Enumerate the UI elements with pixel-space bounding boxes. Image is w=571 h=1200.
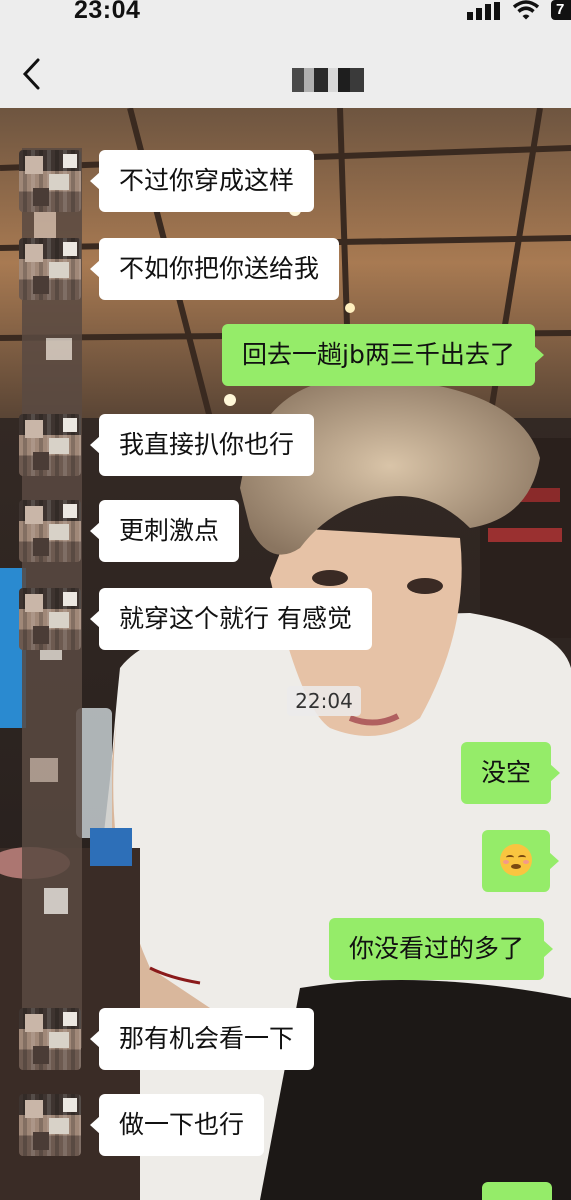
chat-area[interactable]: 不过你穿成这样 不如你把你送给我 回去一趟jb两三千出去了 我直接扒你也行 更刺…	[0, 108, 571, 1200]
outgoing-message-bubble-partial[interactable]	[482, 1182, 552, 1200]
incoming-message-bubble[interactable]: 不过你穿成这样	[89, 150, 315, 212]
nav-bar	[0, 26, 571, 108]
contact-avatar[interactable]	[19, 588, 81, 650]
incoming-message-bubble[interactable]: 那有机会看一下	[89, 1008, 315, 1070]
chevron-left-icon[interactable]	[20, 56, 44, 92]
contact-avatar[interactable]	[19, 238, 81, 300]
contact-name-pixelated	[292, 68, 364, 92]
incoming-message-bubble[interactable]: 就穿这个就行 有感觉	[90, 588, 372, 650]
wifi-icon	[512, 0, 540, 20]
chat-timestamp: 22:04	[287, 686, 361, 716]
contact-avatar[interactable]	[19, 150, 81, 212]
status-time: 23:04	[74, 0, 141, 24]
outgoing-emoji-bubble[interactable]	[482, 830, 559, 892]
incoming-message-bubble[interactable]: 更刺激点	[89, 500, 240, 562]
status-bar: 23:04 7	[0, 0, 571, 26]
contact-avatar[interactable]	[19, 500, 81, 562]
incoming-message-bubble[interactable]: 我直接扒你也行	[89, 414, 315, 476]
outgoing-message-bubble[interactable]: 回去一趟jb两三千出去了	[222, 324, 544, 386]
flushed-kiss-emoji-icon	[500, 844, 532, 876]
contact-avatar[interactable]	[19, 1094, 81, 1156]
outgoing-message-bubble[interactable]: 没空	[461, 742, 561, 804]
incoming-message-bubble[interactable]: 做一下也行	[89, 1094, 265, 1156]
cellular-signal-icon	[467, 2, 500, 20]
contact-avatar[interactable]	[19, 1008, 81, 1070]
battery-indicator: 7	[551, 0, 571, 20]
outgoing-message-bubble[interactable]: 你没看过的多了	[329, 918, 554, 980]
contact-avatar[interactable]	[19, 414, 81, 476]
incoming-message-bubble[interactable]: 不如你把你送给我	[89, 238, 340, 300]
